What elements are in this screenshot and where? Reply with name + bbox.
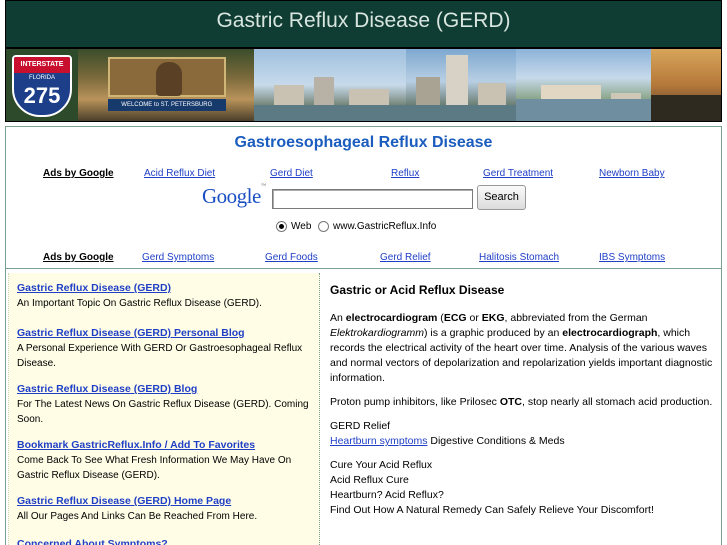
search-input[interactable]: [272, 189, 473, 209]
relief-line: Heartburn symptoms Digestive Conditions …: [330, 435, 565, 447]
left-link-panel: Gastric Reflux Disease (GERD) An Importa…: [8, 273, 320, 545]
google-logo-text: Google: [202, 184, 261, 208]
cure-block: Cure Your Acid Reflux Acid Reflux Cure H…: [330, 458, 720, 518]
shield-state: FLORIDA: [28, 75, 55, 81]
list-item: Gastric Reflux Disease (GERD) Personal B…: [17, 326, 322, 371]
page-title: Gastroesophageal Reflux Disease: [234, 134, 493, 151]
article-heading: Gastric or Acid Reflux Disease: [330, 283, 505, 297]
search-button[interactable]: Search: [477, 185, 526, 210]
radio-site-label: www.GastricReflux.Info: [333, 221, 437, 232]
list-item: Concerned About Symptoms?: [17, 537, 322, 545]
welcome-sign: WELCOME to ST. PETERSBURG: [107, 99, 226, 111]
header-banner-image: INTERSTATE FLORIDA 275 WELCOME to ST. PE…: [5, 48, 722, 122]
shield-number: 275: [23, 83, 61, 108]
ad-link[interactable]: Reflux: [391, 168, 419, 179]
cure-line: Find Out How A Natural Remedy Can Safely…: [330, 504, 654, 516]
nav-link[interactable]: Gastric Reflux Disease (GERD) Blog: [17, 382, 322, 397]
article-paragraph: Proton pump inhibitors, like Prilosec OT…: [330, 396, 713, 408]
waterfront-hotel-photo: [515, 49, 652, 121]
ad-link[interactable]: Gerd Treatment: [483, 168, 553, 179]
section-divider: [6, 268, 721, 269]
nav-link[interactable]: Gastric Reflux Disease (GERD) Personal B…: [17, 326, 322, 341]
ad-link[interactable]: IBS Symptoms: [599, 252, 665, 263]
ad-link[interactable]: Gerd Diet: [270, 168, 313, 179]
nav-link[interactable]: Gastric Reflux Disease (GERD): [17, 281, 322, 296]
interstate-shield-icon: INTERSTATE FLORIDA 275: [12, 55, 72, 117]
ad-link[interactable]: Halitosis Stomach: [479, 252, 559, 263]
article-panel: Gastric or Acid Reflux Disease An electr…: [330, 283, 720, 527]
radio-web-label: Web: [291, 221, 312, 232]
interstate-sign-photo: INTERSTATE FLORIDA 275: [6, 49, 78, 121]
ad-link[interactable]: Gerd Foods: [265, 252, 318, 263]
ad-link[interactable]: Gerd Relief: [380, 252, 431, 263]
site-title: Gastric Reflux Disease (GERD): [216, 9, 511, 32]
ad-link[interactable]: Gerd Symptoms: [142, 252, 214, 263]
nav-description: An Important Topic On Gastric Reflux Dis…: [17, 298, 262, 309]
cure-line: Heartburn? Acid Reflux?: [330, 489, 444, 501]
ad-link[interactable]: Newborn Baby: [599, 168, 665, 179]
heartburn-symptoms-link[interactable]: Heartburn symptoms: [330, 435, 427, 447]
nav-description: Come Back To See What Fresh Information …: [17, 455, 292, 481]
list-item: Gastric Reflux Disease (GERD) Blog For T…: [17, 382, 322, 427]
radio-web[interactable]: [276, 221, 287, 232]
radio-site[interactable]: [318, 221, 329, 232]
cure-line: Cure Your Acid Reflux: [330, 459, 433, 471]
ads-by-google-label[interactable]: Ads by Google: [43, 168, 114, 179]
nav-description: A Personal Experience With GERD Or Gastr…: [17, 343, 303, 369]
list-item: Bookmark GastricReflux.Info / Add To Fav…: [17, 438, 322, 483]
shield-label: INTERSTATE: [14, 57, 70, 73]
nav-link[interactable]: Bookmark GastricReflux.Info / Add To Fav…: [17, 438, 322, 453]
nav-link[interactable]: Concerned About Symptoms?: [17, 537, 322, 545]
gerd-relief-block: GERD Relief Heartburn symptoms Digestive…: [330, 419, 720, 449]
downtown-tower-photo: [405, 49, 516, 121]
ad-link[interactable]: Acid Reflux Diet: [144, 168, 215, 179]
relief-heading: GERD Relief: [330, 420, 391, 432]
google-logo: Google™: [202, 184, 266, 208]
mural-photo: WELCOME to ST. PETERSBURG: [77, 49, 255, 121]
list-item: Gastric Reflux Disease (GERD) Home Page …: [17, 494, 322, 524]
mural-painting: [107, 57, 226, 97]
nav-description: All Our Pages And Links Can Be Reached F…: [17, 511, 258, 522]
article-paragraph: An electrocardiogram (ECG or EKG, abbrev…: [330, 312, 713, 384]
sunset-photo: [651, 49, 721, 121]
city-skyline-photo: [254, 49, 406, 121]
nav-description: For The Latest News On Gastric Reflux Di…: [17, 399, 309, 425]
cure-line: Acid Reflux Cure: [330, 474, 409, 486]
site-header: Gastric Reflux Disease (GERD): [5, 0, 722, 48]
list-item: Gastric Reflux Disease (GERD) An Importa…: [17, 281, 322, 311]
ads-by-google-label[interactable]: Ads by Google: [43, 252, 114, 263]
nav-link[interactable]: Gastric Reflux Disease (GERD) Home Page: [17, 494, 322, 509]
